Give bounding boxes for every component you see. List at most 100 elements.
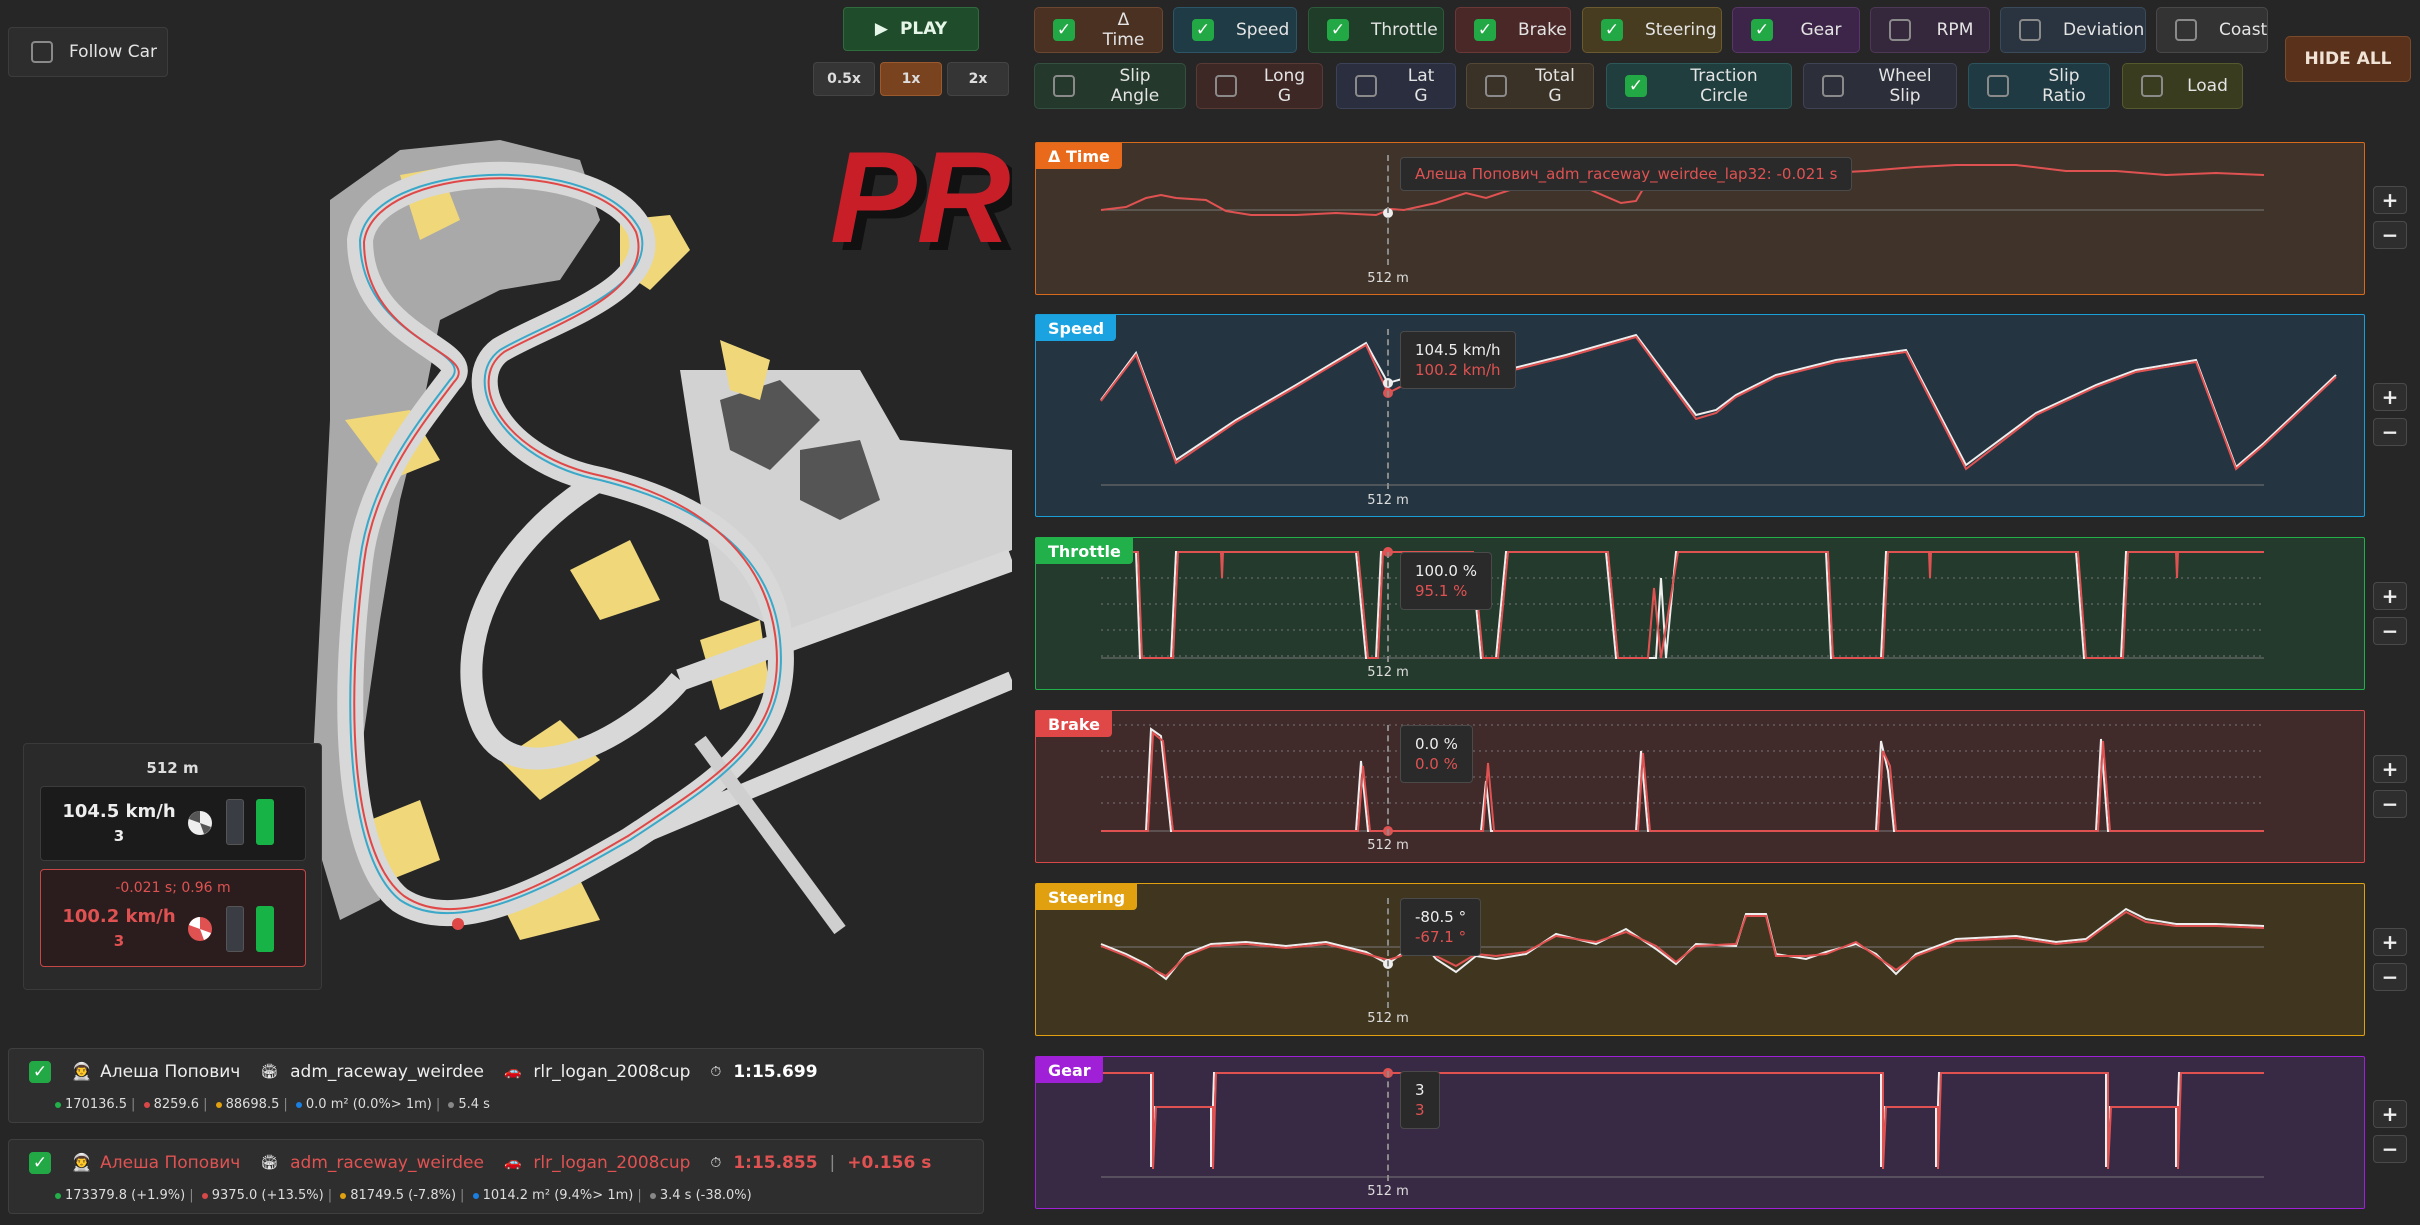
cursor-distance-label: 512 m [1367, 838, 1409, 853]
checkbox-total-g[interactable] [1485, 75, 1507, 97]
checkbox-deviation[interactable] [2019, 19, 2041, 41]
chart-panel-throttle[interactable]: Throttle 512 m 100.0 % 95.1 % [1035, 537, 2365, 690]
gear-chart [1101, 1068, 2264, 1178]
checkbox-lat-g[interactable] [1355, 75, 1377, 97]
throttle-bar [256, 799, 274, 845]
toggle-deviation[interactable]: Deviation [2000, 7, 2146, 53]
speed-2x-button[interactable]: 2x [947, 62, 1009, 96]
toggle-slip-angle[interactable]: Slip Angle [1034, 63, 1186, 109]
zoom-out-button[interactable]: − [2373, 418, 2407, 446]
toggle-gear[interactable]: ✓ Gear [1732, 7, 1860, 53]
chart-panel-speed[interactable]: Speed 512 m 104.5 km/h 100.2 km/h [1035, 314, 2365, 517]
zoom-out-button[interactable]: − [2373, 963, 2407, 991]
checkbox-wheel-slip[interactable] [1822, 75, 1844, 97]
zoom-in-button[interactable]: + [2373, 755, 2407, 783]
toggle-throttle[interactable]: ✓ Throttle [1308, 7, 1444, 53]
lap-row[interactable]: ✓ 👨‍🚀 Алеша Попович 🏟 adm_raceway_weirde… [8, 1139, 984, 1214]
brake-bar [226, 799, 244, 845]
checkbox-slip-angle[interactable] [1053, 75, 1075, 97]
panel-title: Steering [1036, 884, 1138, 910]
stat-coast: 3.4 s (-38.0%) [659, 1188, 752, 1203]
zoom-in-button[interactable]: + [2373, 383, 2407, 411]
lap-checkbox[interactable]: ✓ [29, 1152, 51, 1174]
info-distance: 512 m [146, 759, 199, 777]
zoom-out-button[interactable]: − [2373, 617, 2407, 645]
checkbox-brake[interactable]: ✓ [1474, 19, 1496, 41]
gear-reference-line [1101, 1072, 2264, 1168]
toggle-label: Steering [1645, 20, 1717, 40]
checkbox-rpm[interactable] [1889, 19, 1911, 41]
toggle-long-g[interactable]: Long G [1196, 63, 1323, 109]
speed-reference-line [1100, 333, 2337, 469]
stat-deviation: 0.0 m² (0.0%> 1m) [305, 1097, 432, 1112]
gridlines [1101, 577, 2264, 657]
compare-delta: -0.021 s; 0.96 m [115, 880, 231, 896]
zoom-in-button[interactable]: + [2373, 928, 2407, 956]
toggle-total-g[interactable]: Total G [1466, 63, 1594, 109]
lap-car: rlr_logan_2008cup [533, 1062, 691, 1082]
checkbox-speed[interactable]: ✓ [1192, 19, 1214, 41]
throttle-chart [1101, 547, 2264, 659]
zoom-in-button[interactable]: + [2373, 582, 2407, 610]
chart-panel-brake[interactable]: Brake 512 m 0.0 % 0.0 % [1035, 710, 2365, 863]
brake-compare-line [1101, 730, 2264, 832]
car-marker [452, 918, 464, 930]
toggle-rpm[interactable]: RPM [1870, 7, 1990, 53]
panel-title: Speed [1036, 315, 1117, 341]
compare-gear: 3 [113, 932, 125, 950]
checkbox-steering[interactable]: ✓ [1601, 19, 1623, 41]
chart-panel-steering[interactable]: Steering 512 m -80.5 ° -67.1 ° [1035, 883, 2365, 1036]
toggle-wheel-slip[interactable]: Wheel Slip [1803, 63, 1957, 109]
reference-speed: 104.5 km/h [62, 801, 176, 822]
zoom-out-button[interactable]: − [2373, 790, 2407, 818]
toggle-speed[interactable]: ✓ Speed [1173, 7, 1297, 53]
toggle-delta-time[interactable]: ✓ Δ Time [1034, 7, 1163, 53]
chart-panel-delta-time[interactable]: Δ Time 512 m Алеша Попович_adm_raceway_w… [1035, 142, 2365, 295]
toggle-steering[interactable]: ✓ Steering [1582, 7, 1722, 53]
panel-title: Brake [1036, 711, 1112, 737]
cursor-line [1387, 898, 1389, 1008]
zoom-out-button[interactable]: − [2373, 1135, 2407, 1163]
toggle-traction-circle[interactable]: ✓ Traction Circle [1606, 63, 1792, 109]
checkbox-load[interactable] [2141, 75, 2163, 97]
panel-title: Gear [1036, 1057, 1103, 1083]
lap-checkbox[interactable]: ✓ [29, 1061, 51, 1083]
chart-panel-gear[interactable]: Gear 512 m 3 3 [1035, 1056, 2365, 1209]
toggle-brake[interactable]: ✓ Brake [1455, 7, 1571, 53]
compare-info-box: -0.021 s; 0.96 m 100.2 km/h 3 [40, 869, 306, 967]
toggle-slip-ratio[interactable]: Slip Ratio [1968, 63, 2110, 109]
follow-car-toggle[interactable]: Follow Car [8, 27, 168, 77]
checkbox-delta-time[interactable]: ✓ [1053, 19, 1075, 41]
checkbox-coast[interactable] [2175, 19, 2197, 41]
tooltip-compare-value: 0.0 % [1415, 755, 1458, 773]
track-map[interactable]: PRO PRO [300, 120, 1012, 980]
zoom-in-button[interactable]: + [2373, 186, 2407, 214]
speed-1x-button[interactable]: 1x [880, 62, 942, 96]
gear-compare-line [1101, 1072, 2264, 1170]
speed-0-5x-button[interactable]: 0.5x [813, 62, 875, 96]
toggle-label: Traction Circle [1690, 66, 1758, 106]
toggle-load[interactable]: Load [2122, 63, 2243, 109]
sponsor-logo: PRO [830, 124, 1012, 270]
checkbox-traction-circle[interactable]: ✓ [1625, 75, 1647, 97]
chart-tooltip: -80.5 ° -67.1 ° [1400, 898, 1482, 956]
track-icon: 🏟 [260, 1064, 279, 1080]
toggle-coast[interactable]: Coast [2156, 7, 2268, 53]
zoom-in-button[interactable]: + [2373, 1100, 2407, 1128]
toggle-lat-g[interactable]: Lat G [1336, 63, 1456, 109]
play-button[interactable]: ▶ PLAY [843, 7, 979, 51]
track-map-svg: PRO PRO [310, 124, 1012, 940]
follow-car-checkbox[interactable] [31, 41, 53, 63]
lap-row[interactable]: ✓ 👨‍🚀 Алеша Попович 🏟 adm_raceway_weirde… [8, 1048, 984, 1123]
checkbox-slip-ratio[interactable] [1987, 75, 2009, 97]
hide-all-button[interactable]: HIDE ALL [2285, 36, 2411, 82]
steering-reference-line [1100, 907, 2265, 981]
checkbox-long-g[interactable] [1215, 75, 1237, 97]
lap-time: 1:15.699 [733, 1062, 818, 1082]
cursor-line [1387, 552, 1389, 662]
cursor-line [1387, 725, 1389, 835]
tooltip-reference-value: 3 [1415, 1081, 1425, 1099]
checkbox-gear[interactable]: ✓ [1751, 19, 1773, 41]
checkbox-throttle[interactable]: ✓ [1327, 19, 1349, 41]
zoom-out-button[interactable]: − [2373, 221, 2407, 249]
